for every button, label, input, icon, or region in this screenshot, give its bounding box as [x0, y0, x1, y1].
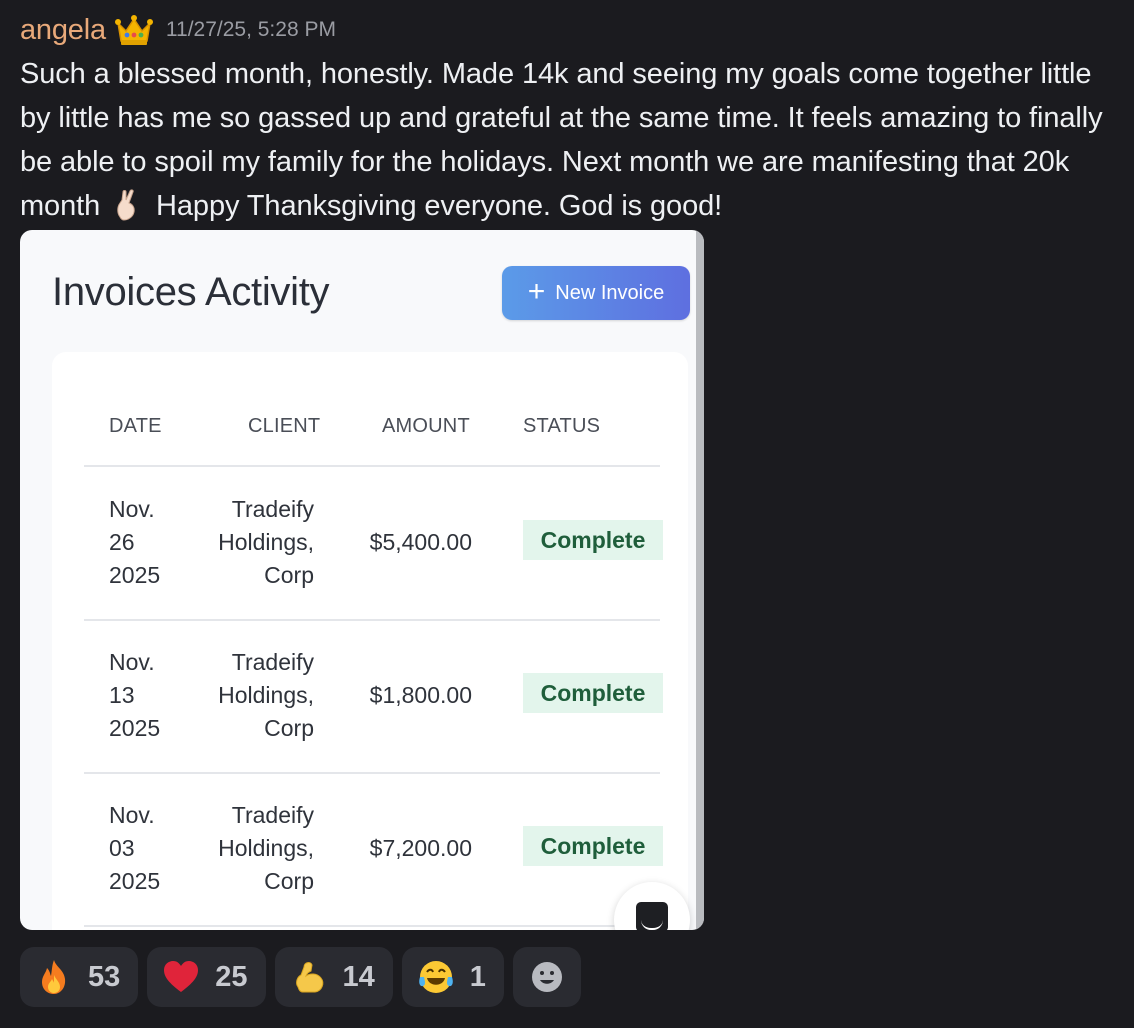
- status-badge: Complete: [523, 673, 663, 713]
- scrollbar[interactable]: [696, 230, 704, 930]
- reaction-count: 25: [215, 960, 248, 993]
- reaction-tears-of-joy[interactable]: 1: [401, 947, 504, 1007]
- fire-icon: [42, 960, 66, 994]
- divider: [84, 465, 660, 467]
- client-cell: Tradeify Holdings, Corp: [218, 802, 314, 894]
- divider: [84, 925, 660, 927]
- amount-cell: $5,400.00: [369, 529, 472, 555]
- reaction-heart[interactable]: 25: [147, 947, 266, 1007]
- invoice-screenshot[interactable]: Invoices Activity + New Invoice DATE CLI…: [20, 230, 704, 930]
- message-header: angela 11/27/25, 5:28 PM: [20, 10, 336, 50]
- column-header-status: STATUS: [523, 415, 601, 437]
- table-row[interactable]: Nov. 03 2025 Tradeify Holdings, Corp $7,…: [20, 799, 704, 930]
- reaction-count: 1: [469, 960, 486, 993]
- crossed-fingers-icon: [117, 189, 135, 221]
- client-cell: Tradeify Holdings, Corp: [218, 496, 314, 588]
- flexed-biceps-icon: [295, 962, 323, 993]
- crown-icon: [114, 15, 153, 45]
- reaction-count: 14: [342, 960, 375, 993]
- reaction-fire[interactable]: 53: [20, 947, 139, 1007]
- status-badge: Complete: [523, 826, 663, 866]
- column-header-date: DATE: [109, 415, 162, 437]
- client-cell: Tradeify Holdings, Corp: [218, 649, 314, 741]
- message-body: Such a blessed month, honestly. Made 14k…: [20, 52, 1120, 228]
- timestamp[interactable]: 11/27/25, 5:28 PM: [166, 18, 336, 42]
- status-badge: Complete: [523, 520, 663, 560]
- new-invoice-label: New Invoice: [555, 281, 665, 304]
- column-header-amount: AMOUNT: [382, 415, 470, 437]
- amount-cell: $7,200.00: [369, 835, 472, 861]
- add-reaction-button[interactable]: [512, 947, 581, 1007]
- red-heart-icon: [164, 961, 199, 992]
- amount-cell: $1,800.00: [369, 682, 472, 708]
- add-reaction-icon: [531, 962, 562, 992]
- message-text-end: Happy Thanksgiving everyone. God is good…: [156, 190, 723, 222]
- divider: [84, 772, 660, 774]
- new-invoice-button[interactable]: + New Invoice: [502, 266, 690, 320]
- username[interactable]: angela: [20, 14, 106, 47]
- divider: [84, 619, 660, 621]
- plus-icon: +: [527, 275, 546, 308]
- column-header-client: CLIENT: [248, 415, 321, 437]
- reaction-biceps[interactable]: 14: [274, 947, 393, 1007]
- tears-of-joy-icon: [418, 961, 453, 993]
- reactions-bar: 53 25 14 1: [20, 947, 581, 1007]
- reaction-count: 53: [88, 960, 121, 993]
- invoices-title: Invoices Activity: [52, 270, 330, 314]
